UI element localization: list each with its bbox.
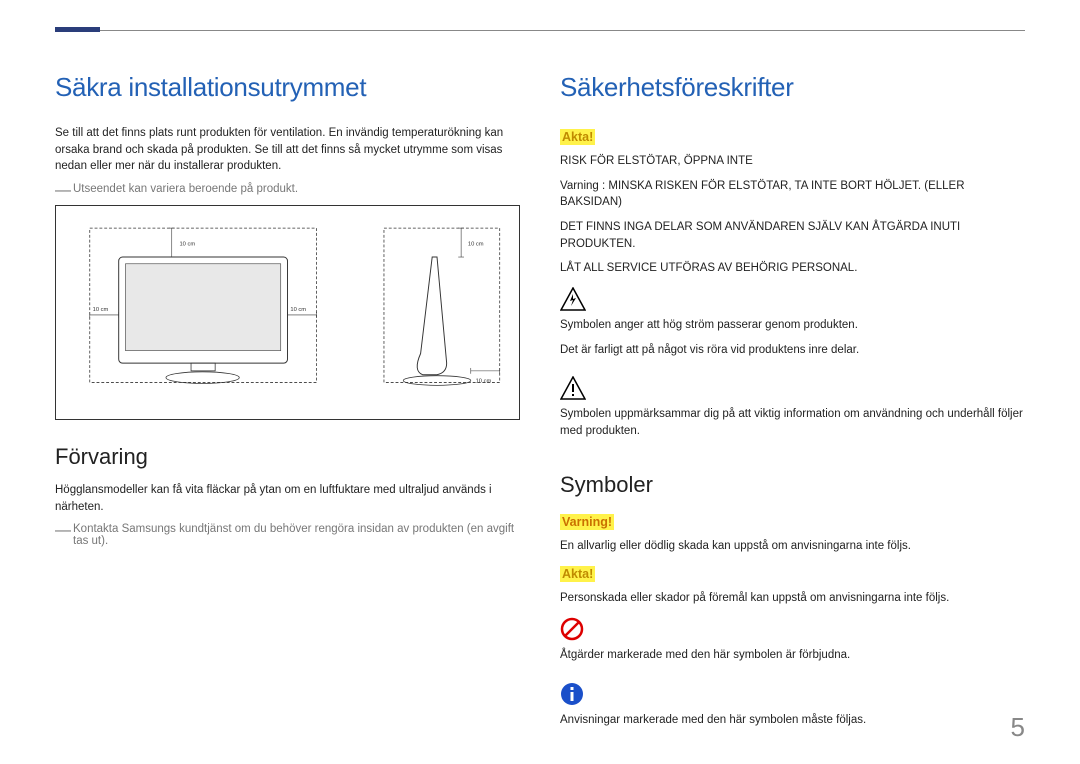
risk-line-1: RISK FÖR ELSTÖTAR, ÖPPNA INTE <box>560 153 1025 170</box>
prohibit-text: Åtgärder markerade med den här symbolen … <box>560 647 850 664</box>
install-diagram: 10 cm 10 cm 10 cm <box>55 205 520 420</box>
dim-right: 10 cm <box>290 307 306 313</box>
akta-text: Personskada eller skador på föremål kan … <box>560 590 1025 607</box>
heading-storage: Förvaring <box>55 444 520 470</box>
dim-top: 10 cm <box>179 241 195 247</box>
dim-side-back: 10 cm <box>476 378 492 384</box>
storage-text: Högglansmodeller kan få vita fläckar på … <box>55 482 520 515</box>
akta-label-2: Akta! <box>560 566 595 582</box>
risk-line-3: DET FINNS INGA DELAR SOM ANVÄNDAREN SJÄL… <box>560 219 1025 252</box>
varning-label: Varning! <box>560 514 614 530</box>
prohibit-icon <box>560 617 584 641</box>
heading-safety: Säkerhetsföreskrifter <box>560 72 1025 103</box>
bolt-triangle-icon <box>560 287 586 311</box>
left-column: Säkra installationsutrymmet Se till att … <box>55 72 520 744</box>
dim-left: 10 cm <box>93 307 109 313</box>
intro-text: Se till att det finns plats runt produkt… <box>55 125 520 175</box>
akta-label: Akta! <box>560 129 595 145</box>
right-column: Säkerhetsföreskrifter Akta! RISK FÖR ELS… <box>560 72 1025 744</box>
excl-text: Symbolen uppmärksammar dig på att viktig… <box>560 406 1025 439</box>
note-text-2: Kontakta Samsungs kundtjänst om du behöv… <box>73 523 514 547</box>
dim-side-top: 10 cm <box>468 241 484 247</box>
page-number: 5 <box>1011 712 1025 743</box>
heading-symbols: Symboler <box>560 472 1025 498</box>
info-circle-icon <box>560 682 584 706</box>
note-appearance: ― Utseendet kan variera beroende på prod… <box>55 183 520 195</box>
dash-icon: ― <box>55 523 71 539</box>
risk-line-4: LÅT ALL SERVICE UTFÖRAS AV BEHÖRIG PERSO… <box>560 260 1025 277</box>
varning-text: En allvarlig eller dödlig skada kan upps… <box>560 538 1025 555</box>
exclamation-triangle-icon <box>560 376 586 400</box>
info-text: Anvisningar markerade med den här symbol… <box>560 712 866 729</box>
heading-install-space: Säkra installationsutrymmet <box>55 72 520 103</box>
bolt-text-2: Det är farligt att på något vis röra vid… <box>560 342 859 359</box>
header-rule <box>55 30 1025 34</box>
note-service: ― Kontakta Samsungs kundtjänst om du beh… <box>55 523 520 547</box>
dash-icon: ― <box>55 183 71 199</box>
bolt-text-1: Symbolen anger att hög ström passerar ge… <box>560 317 858 334</box>
risk-line-2: Varning : MINSKA RISKEN FÖR ELSTÖTAR, TA… <box>560 178 1025 211</box>
note-text: Utseendet kan variera beroende på produk… <box>73 183 298 195</box>
